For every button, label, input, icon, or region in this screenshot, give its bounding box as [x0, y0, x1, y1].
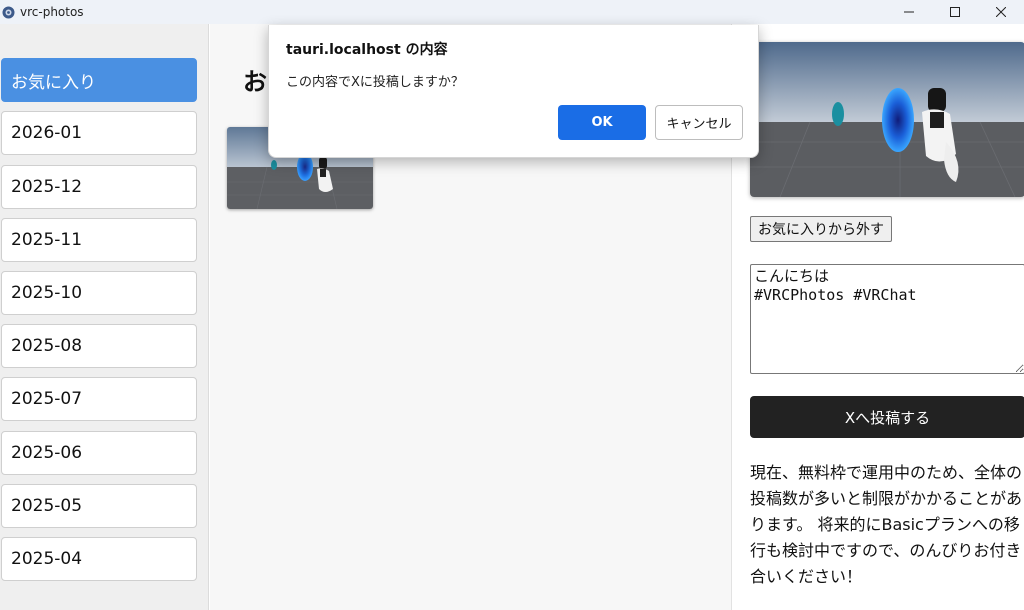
post-to-x-button[interactable]: Xへ投稿する	[750, 396, 1024, 438]
sidebar-item-label: 2025-12	[11, 177, 83, 197]
title-bar: vrc-photos	[0, 0, 1024, 24]
confirm-dialog: tauri.localhost の内容 この内容でXに投稿しますか？ OK キャ…	[268, 25, 759, 158]
post-text-input[interactable]: こんにちは #VRCPhotos #VRChat	[750, 264, 1024, 374]
close-button[interactable]	[978, 0, 1024, 24]
sidebar-item-2025-08[interactable]: 2025-08	[1, 324, 197, 368]
minimize-button[interactable]	[886, 0, 932, 24]
sidebar-item-label: 2025-08	[11, 336, 83, 356]
sidebar-item-label: お気に入り	[11, 72, 96, 93]
sidebar-item-2025-11[interactable]: 2025-11	[1, 218, 197, 262]
window-title: vrc-photos	[20, 5, 84, 19]
photo-preview	[750, 42, 1024, 197]
sidebar-item-2025-10[interactable]: 2025-10	[1, 271, 197, 315]
usage-note: 現在、無料枠で運用中のため、全体の投稿数が多いと制限がかかることがあります。 将…	[750, 463, 1023, 586]
sidebar-item-2025-04[interactable]: 2025-04	[1, 537, 197, 581]
maximize-icon	[950, 7, 960, 17]
sidebar: お気に入り 2026-01 2025-12 2025-11 2025-10 20…	[0, 24, 209, 610]
cancel-button[interactable]: キャンセル	[655, 105, 743, 140]
page-title: お	[243, 68, 267, 96]
ok-button[interactable]: OK	[558, 105, 646, 140]
sidebar-item-label: 2025-11	[11, 230, 83, 250]
detail-panel: お気に入りから外す こんにちは #VRCPhotos #VRChat Xへ投稿す…	[731, 24, 1024, 610]
close-icon	[996, 7, 1006, 17]
sidebar-item-2025-05[interactable]: 2025-05	[1, 484, 197, 528]
sidebar-item-2025-06[interactable]: 2025-06	[1, 431, 197, 475]
sidebar-item-label: 2026-01	[11, 123, 83, 143]
sidebar-item-label: 2025-06	[11, 443, 83, 463]
window-controls	[886, 0, 1024, 24]
sidebar-item-2026-01[interactable]: 2026-01	[1, 111, 197, 155]
sidebar-item-label: 2025-05	[11, 496, 83, 516]
sidebar-item-2025-07[interactable]: 2025-07	[1, 377, 197, 421]
maximize-button[interactable]	[932, 0, 978, 24]
sidebar-item-label: 2025-04	[11, 549, 83, 569]
minimize-icon	[904, 11, 914, 13]
sidebar-item-favorites[interactable]: お気に入り	[1, 58, 197, 102]
sidebar-item-2025-12[interactable]: 2025-12	[1, 165, 197, 209]
dialog-message: この内容でXに投稿しますか？	[286, 75, 464, 90]
remove-favorite-button[interactable]: お気に入りから外す	[750, 216, 892, 242]
vr-scene-image	[750, 42, 1024, 197]
sidebar-item-label: 2025-07	[11, 389, 83, 409]
vrc-app-icon	[2, 6, 15, 19]
sidebar-item-label: 2025-10	[11, 283, 83, 303]
dialog-title: tauri.localhost の内容	[286, 42, 448, 58]
